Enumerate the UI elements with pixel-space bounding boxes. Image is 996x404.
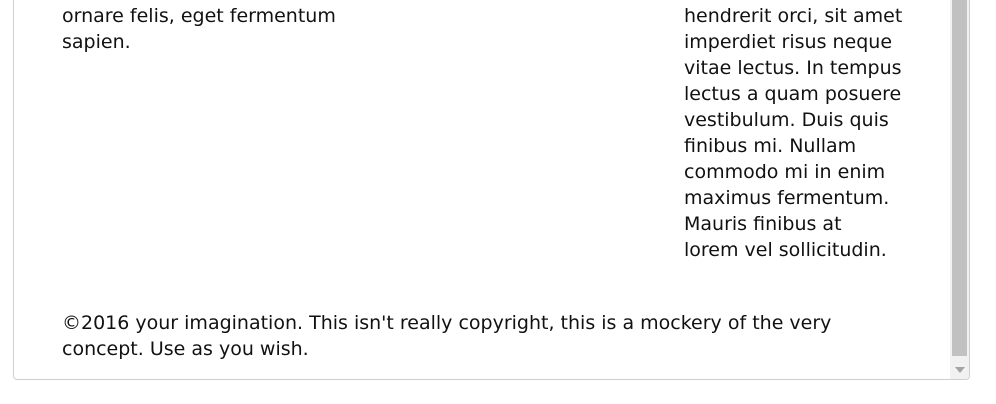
scroll-down-button[interactable] xyxy=(950,360,969,379)
vertical-scrollbar[interactable] xyxy=(950,0,969,379)
chevron-down-icon xyxy=(954,366,965,373)
scrollbar-thumb[interactable] xyxy=(952,0,967,356)
scroll-viewport[interactable]: commodo et a urna. Ut id ornare felis, e… xyxy=(14,0,949,379)
footer-copyright: ©2016 your imagination. This isn't reall… xyxy=(62,312,832,360)
left-column-text: commodo et a urna. Ut id ornare felis, e… xyxy=(62,0,336,53)
right-column-text: augue neque hendrerit orci, sit amet imp… xyxy=(684,0,903,261)
content-frame: commodo et a urna. Ut id ornare felis, e… xyxy=(13,0,970,380)
